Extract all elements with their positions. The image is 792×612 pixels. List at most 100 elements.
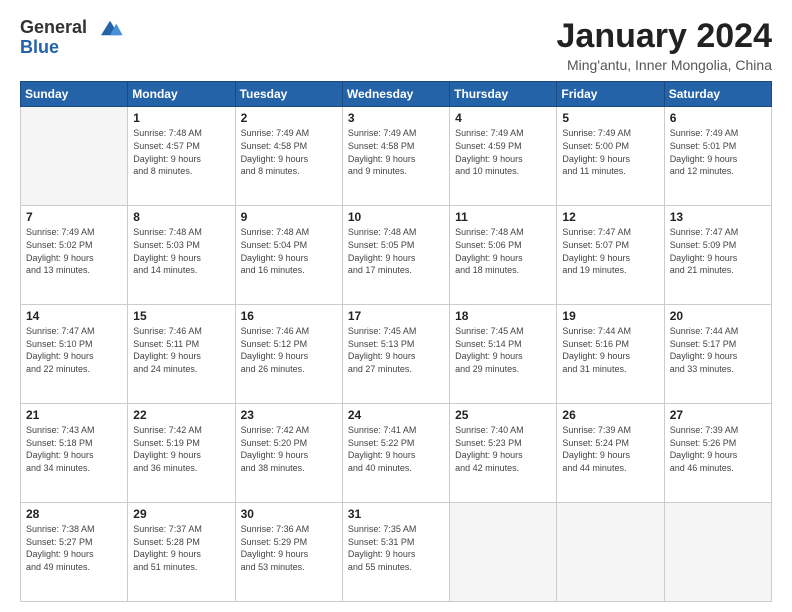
sunrise-text: Sunrise: 7:37 AM xyxy=(133,523,229,536)
calendar-cell: 19 Sunrise: 7:44 AMSunset: 5:16 PMDayligh… xyxy=(557,305,664,404)
week-row-2: 7Sunrise: 7:49 AMSunset: 5:02 PMDaylight… xyxy=(21,206,772,305)
day-info: Sunrise: 7:41 AMSunset: 5:22 PMDaylight:… xyxy=(348,424,444,474)
sunrise-text: Sunrise: 7:44 AM xyxy=(670,325,766,338)
daylight-text: Daylight: 9 hours xyxy=(562,252,658,265)
sunset-text: Sunset: 4:59 PM xyxy=(455,140,551,153)
day-number: 2 xyxy=(241,111,337,125)
sunrise-text: Sunrise: 7:38 AM xyxy=(26,523,122,536)
calendar-cell xyxy=(21,107,128,206)
daylight-text-2: and 40 minutes. xyxy=(348,462,444,475)
sunset-text: Sunset: 4:58 PM xyxy=(241,140,337,153)
daylight-text-2: and 9 minutes. xyxy=(348,165,444,178)
day-info: Sunrise: 7:35 AMSunset: 5:31 PMDaylight:… xyxy=(348,523,444,573)
day-number: 17 xyxy=(348,309,444,323)
day-number: 21 xyxy=(26,408,122,422)
day-info: Sunrise: 7:49 AMSunset: 4:58 PMDaylight:… xyxy=(348,127,444,177)
daylight-text: Daylight: 9 hours xyxy=(455,350,551,363)
daylight-text-2: and 19 minutes. xyxy=(562,264,658,277)
calendar-cell: 4Sunrise: 7:49 AMSunset: 4:59 PMDaylight… xyxy=(450,107,557,206)
calendar-cell xyxy=(664,503,771,602)
calendar-cell: 12Sunrise: 7:47 AMSunset: 5:07 PMDayligh… xyxy=(557,206,664,305)
daylight-text: Daylight: 9 hours xyxy=(348,153,444,166)
day-info: Sunrise: 7:45 AMSunset: 5:13 PMDaylight:… xyxy=(348,325,444,375)
calendar-cell: 11Sunrise: 7:48 AMSunset: 5:06 PMDayligh… xyxy=(450,206,557,305)
daylight-text: Daylight: 9 hours xyxy=(241,449,337,462)
daylight-text: Daylight: 9 hours xyxy=(133,153,229,166)
calendar-cell: 6Sunrise: 7:49 AMSunset: 5:01 PMDaylight… xyxy=(664,107,771,206)
day-number: 9 xyxy=(241,210,337,224)
day-info: Sunrise: 7:47 AMSunset: 5:09 PMDaylight:… xyxy=(670,226,766,276)
daylight-text: Daylight: 9 hours xyxy=(241,350,337,363)
sunset-text: Sunset: 5:12 PM xyxy=(241,338,337,351)
week-row-3: 14Sunrise: 7:47 AMSunset: 5:10 PMDayligh… xyxy=(21,305,772,404)
daylight-text-2: and 49 minutes. xyxy=(26,561,122,574)
daylight-text: Daylight: 9 hours xyxy=(241,153,337,166)
calendar-cell: 15 Sunrise: 7:46 AMSunset: 5:11 PMDayligh… xyxy=(128,305,235,404)
week-row-5: 28Sunrise: 7:38 AMSunset: 5:27 PMDayligh… xyxy=(21,503,772,602)
sunrise-text: Sunrise: 7:43 AM xyxy=(26,424,122,437)
daylight-text: Daylight: 9 hours xyxy=(670,350,766,363)
day-number: 1 xyxy=(133,111,229,125)
title-block: January 2024 Ming'antu, Inner Mongolia, … xyxy=(557,18,773,73)
daylight-text: Daylight: 9 hours xyxy=(241,548,337,561)
daylight-text-2: and 22 minutes. xyxy=(26,363,122,376)
daylight-text-2: and 38 minutes. xyxy=(241,462,337,475)
daylight-text-2: and 21 minutes. xyxy=(670,264,766,277)
sunset-text: Sunset: 5:26 PM xyxy=(670,437,766,450)
day-info: Sunrise: 7:44 AMSunset: 5:17 PMDaylight:… xyxy=(670,325,766,375)
day-number: 15 xyxy=(133,309,229,323)
day-number: 19 xyxy=(562,309,658,323)
daylight-text-2: and 14 minutes. xyxy=(133,264,229,277)
sunset-text: Sunset: 5:31 PM xyxy=(348,536,444,549)
day-info: Sunrise: 7:48 AMSunset: 5:04 PMDaylight:… xyxy=(241,226,337,276)
sunrise-text: Sunrise: 7:36 AM xyxy=(241,523,337,536)
calendar-cell: 3 Sunrise: 7:49 AMSunset: 4:58 PMDaylight… xyxy=(342,107,449,206)
day-info: Sunrise: 7:48 AMSunset: 5:06 PMDaylight:… xyxy=(455,226,551,276)
day-number: 31 xyxy=(348,507,444,521)
day-number: 6 xyxy=(670,111,766,125)
day-info: Sunrise: 7:48 AMSunset: 5:03 PMDaylight:… xyxy=(133,226,229,276)
sunset-text: Sunset: 4:58 PM xyxy=(348,140,444,153)
daylight-text: Daylight: 9 hours xyxy=(455,153,551,166)
calendar-cell: 26Sunrise: 7:39 AMSunset: 5:24 PMDayligh… xyxy=(557,404,664,503)
sunset-text: Sunset: 5:24 PM xyxy=(562,437,658,450)
day-number: 18 xyxy=(455,309,551,323)
daylight-text: Daylight: 9 hours xyxy=(348,548,444,561)
day-number: 14 xyxy=(26,309,122,323)
calendar-cell: 8Sunrise: 7:48 AMSunset: 5:03 PMDaylight… xyxy=(128,206,235,305)
sunset-text: Sunset: 5:29 PM xyxy=(241,536,337,549)
day-info: Sunrise: 7:43 AMSunset: 5:18 PMDaylight:… xyxy=(26,424,122,474)
calendar-cell: 2Sunrise: 7:49 AMSunset: 4:58 PMDaylight… xyxy=(235,107,342,206)
sunrise-text: Sunrise: 7:48 AM xyxy=(348,226,444,239)
daylight-text: Daylight: 9 hours xyxy=(670,252,766,265)
day-number: 29 xyxy=(133,507,229,521)
sunrise-text: Sunrise: 7:48 AM xyxy=(241,226,337,239)
logo: General Blue xyxy=(20,18,124,58)
day-info: Sunrise: 7:39 AMSunset: 5:24 PMDaylight:… xyxy=(562,424,658,474)
day-header-friday: Friday xyxy=(557,82,664,107)
sunrise-text: Sunrise: 7:48 AM xyxy=(133,226,229,239)
daylight-text: Daylight: 9 hours xyxy=(26,449,122,462)
day-info: Sunrise: 7:48 AMSunset: 5:05 PMDaylight:… xyxy=(348,226,444,276)
sunset-text: Sunset: 5:17 PM xyxy=(670,338,766,351)
daylight-text: Daylight: 9 hours xyxy=(133,350,229,363)
day-number: 3 xyxy=(348,111,444,125)
day-info: Sunrise: 7:44 AMSunset: 5:16 PMDaylight:… xyxy=(562,325,658,375)
calendar-table: SundayMondayTuesdayWednesdayThursdayFrid… xyxy=(20,81,772,602)
logo-general: General xyxy=(20,18,124,38)
day-header-monday: Monday xyxy=(128,82,235,107)
day-number: 10 xyxy=(348,210,444,224)
sunset-text: Sunset: 5:06 PM xyxy=(455,239,551,252)
calendar-cell: 5Sunrise: 7:49 AMSunset: 5:00 PMDaylight… xyxy=(557,107,664,206)
daylight-text-2: and 18 minutes. xyxy=(455,264,551,277)
day-info: Sunrise: 7:46 AMSunset: 5:11 PMDaylight:… xyxy=(133,325,229,375)
daylight-text: Daylight: 9 hours xyxy=(348,252,444,265)
header-row: SundayMondayTuesdayWednesdayThursdayFrid… xyxy=(21,82,772,107)
page: General Blue January 2024 Ming'antu, Inn… xyxy=(0,0,792,612)
daylight-text-2: and 13 minutes. xyxy=(26,264,122,277)
day-header-tuesday: Tuesday xyxy=(235,82,342,107)
daylight-text-2: and 36 minutes. xyxy=(133,462,229,475)
sunset-text: Sunset: 5:28 PM xyxy=(133,536,229,549)
sunset-text: Sunset: 5:19 PM xyxy=(133,437,229,450)
sunrise-text: Sunrise: 7:49 AM xyxy=(670,127,766,140)
